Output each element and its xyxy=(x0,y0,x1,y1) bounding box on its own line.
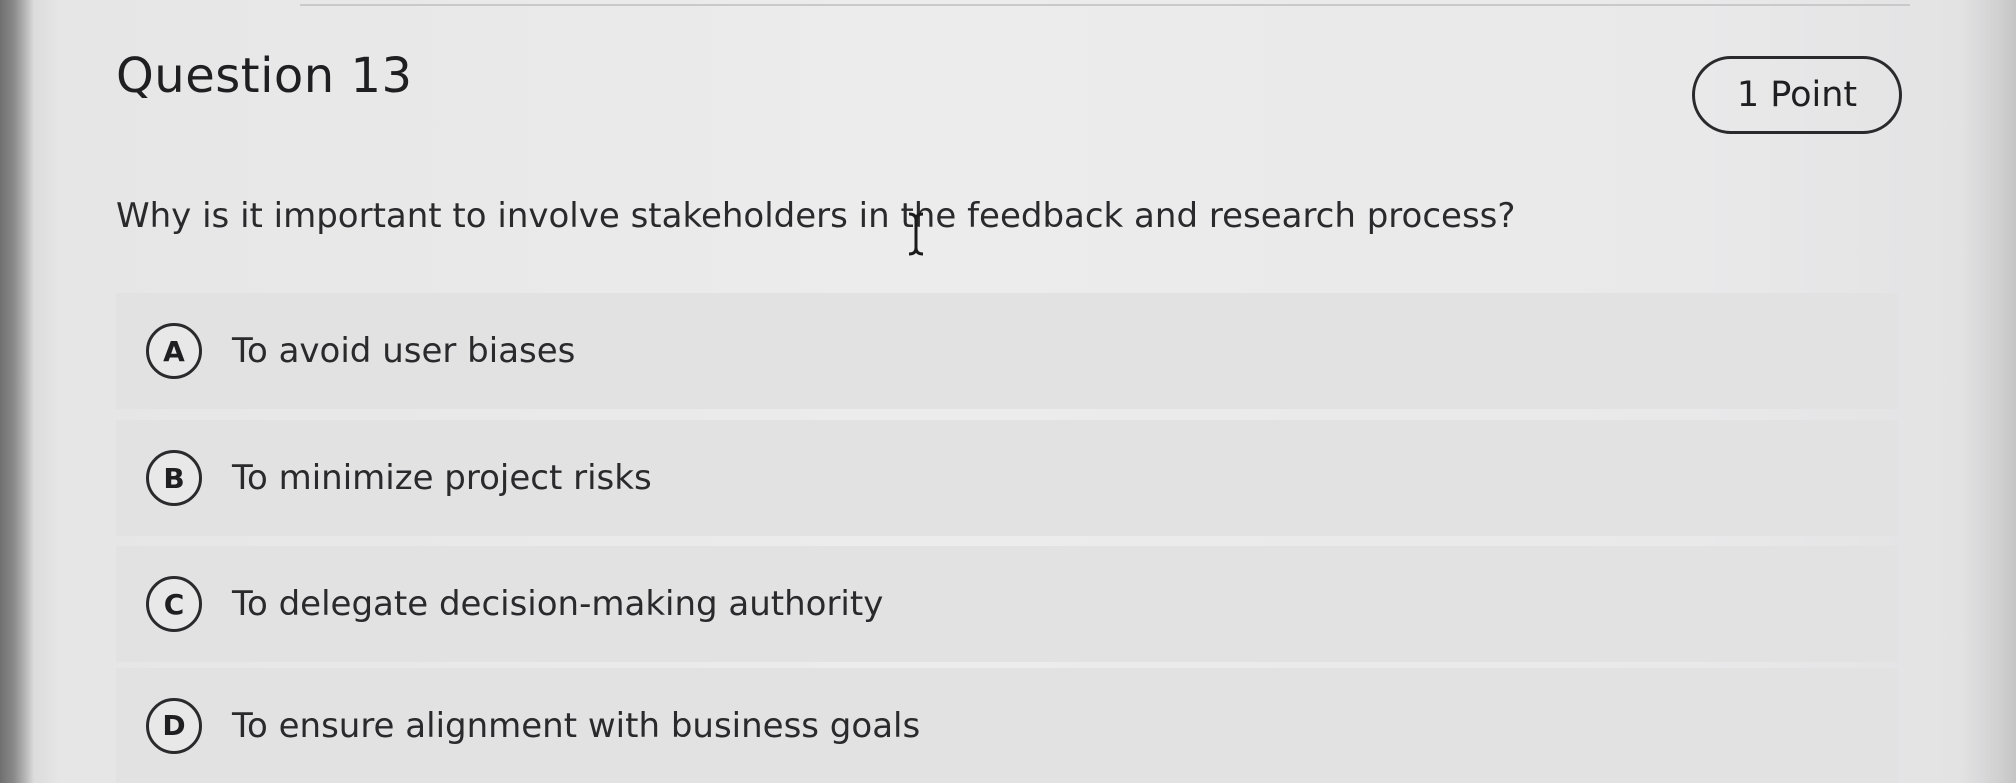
points-label: 1 Point xyxy=(1736,75,1858,115)
option-letter: A xyxy=(163,334,185,368)
option-letter-badge: B xyxy=(146,450,202,506)
option-letter-badge: C xyxy=(146,576,202,632)
answer-option-a[interactable]: A To avoid user biases xyxy=(116,293,1898,409)
text-cursor-icon xyxy=(908,212,924,256)
option-letter: B xyxy=(163,461,185,495)
option-label: To ensure alignment with business goals xyxy=(232,705,921,746)
answer-option-c[interactable]: C To delegate decision-making authority xyxy=(116,546,1898,662)
option-label: To minimize project risks xyxy=(232,458,652,498)
points-badge: 1 Point xyxy=(1692,56,1902,134)
option-letter-badge: A xyxy=(146,323,202,379)
question-card: Question 13 1 Point Why is it important … xyxy=(36,0,1976,783)
option-label: To delegate decision-making authority xyxy=(232,584,884,624)
question-prompt: Why is it important to involve stakehold… xyxy=(116,196,1516,236)
answer-option-d[interactable]: D To ensure alignment with business goal… xyxy=(116,668,1898,783)
option-letter-badge: D xyxy=(146,697,202,754)
option-letter: D xyxy=(162,709,186,742)
answer-option-b[interactable]: B To minimize project risks xyxy=(116,420,1898,536)
option-label: To avoid user biases xyxy=(232,331,576,371)
option-letter: C xyxy=(163,587,185,621)
question-title: Question 13 xyxy=(116,48,413,104)
